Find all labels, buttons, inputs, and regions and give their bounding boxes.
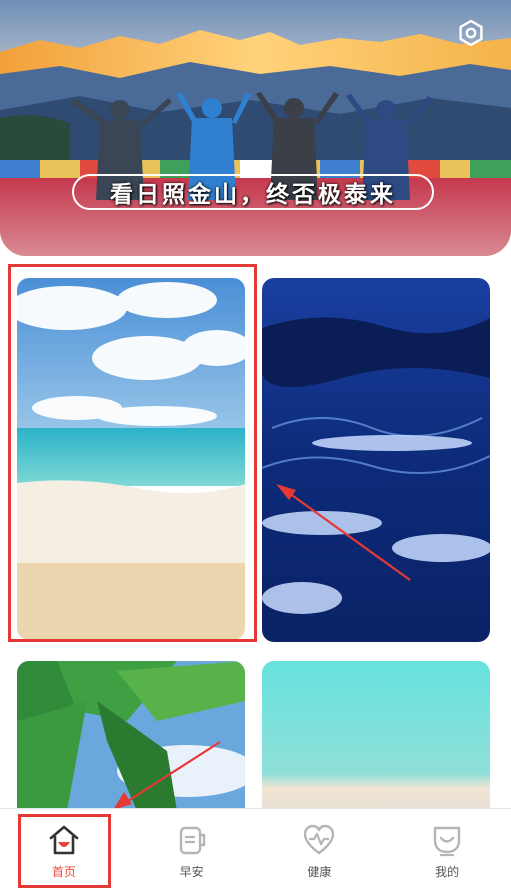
tab-health[interactable]: 健康: [256, 809, 384, 891]
tab-label: 早安: [179, 865, 204, 879]
heart-pulse-icon: [304, 824, 335, 855]
mint-gradient-image: [262, 661, 490, 811]
tab-mine[interactable]: 我的: [383, 809, 511, 891]
banner-image: [0, 0, 511, 256]
tab-home[interactable]: 首页: [0, 809, 128, 891]
tab-label: 健康: [307, 865, 332, 879]
header-banner: 看日照金山，终否极泰来: [0, 0, 511, 256]
wallpaper-card-beach[interactable]: [17, 278, 245, 640]
bottom-tab-bar: 首页 早安 健康 我的: [0, 808, 511, 891]
wallpaper-card-palm-tree[interactable]: [17, 661, 245, 811]
palm-tree-image: [17, 661, 245, 811]
gear-icon[interactable]: [458, 20, 484, 46]
tab-label: 首页: [51, 865, 76, 879]
banner-slogan: 看日照金山，终否极泰来: [72, 174, 434, 210]
ocean-waves-image: [262, 278, 490, 642]
profile-icon: [433, 826, 461, 857]
beach-image: [17, 278, 245, 640]
home-icon: [49, 825, 79, 855]
wallpaper-card-ocean-waves[interactable]: [262, 278, 490, 642]
cup-icon: [179, 826, 205, 855]
wallpaper-card-mint-gradient[interactable]: [262, 661, 490, 811]
tab-label: 我的: [435, 865, 460, 879]
tab-morning[interactable]: 早安: [128, 809, 256, 891]
